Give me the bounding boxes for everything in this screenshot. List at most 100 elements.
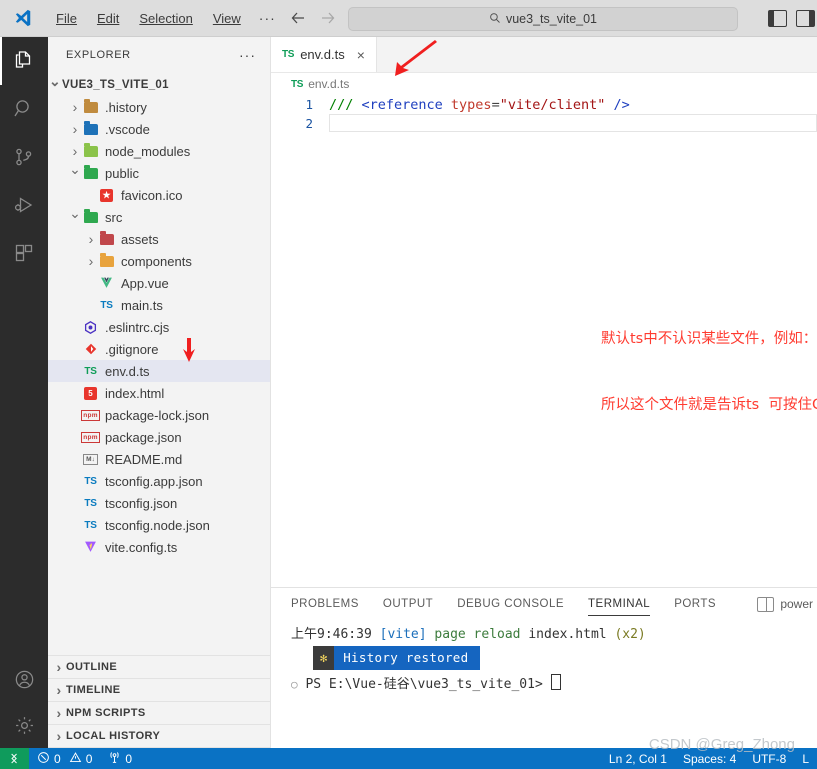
arrow-left-icon[interactable]: [288, 8, 308, 28]
folder-icon: [82, 102, 99, 113]
tree-item-tsconfig-app-json[interactable]: TS tsconfig.app.json: [48, 470, 270, 492]
code-token: />: [605, 97, 629, 113]
tree-item-label: tsconfig.app.json: [105, 474, 203, 489]
toggle-primary-sidebar-icon[interactable]: [768, 10, 787, 27]
ts-icon: TS: [82, 520, 99, 531]
tree-item-src[interactable]: src: [48, 206, 270, 228]
sidebar-item-search[interactable]: [0, 85, 48, 133]
status-ports[interactable]: 0: [100, 748, 140, 769]
section-local-history[interactable]: LOCAL HISTORY: [48, 725, 270, 748]
ts-icon: TS: [82, 476, 99, 487]
tab-ports[interactable]: PORTS: [674, 588, 716, 620]
current-line-highlight: [329, 114, 817, 132]
breadcrumb[interactable]: TS env.d.ts: [271, 73, 817, 95]
git-icon: [82, 343, 99, 355]
tree-item-components[interactable]: components: [48, 250, 270, 272]
terminal-output[interactable]: 上午9:46:39 [vite] page reload index.html …: [271, 620, 817, 748]
tree-item-env-d-ts[interactable]: TSenv.d.ts: [48, 360, 270, 382]
tree-item-favicon-ico[interactable]: ★favicon.ico: [48, 184, 270, 206]
tab-env-d-ts[interactable]: TS env.d.ts ×: [271, 37, 377, 72]
chevron-right-icon: [68, 121, 82, 137]
editor-tabs: TS env.d.ts ×: [271, 37, 817, 73]
tab-debug-console-label: DEBUG CONSOLE: [457, 598, 564, 610]
section-timeline[interactable]: TIMELINE: [48, 679, 270, 702]
terminal-shell-label[interactable]: power: [780, 597, 813, 611]
tree-item-eslintrc-cjs[interactable]: .eslintrc.cjs: [48, 316, 270, 338]
sidebar-item-explorer[interactable]: [0, 37, 48, 85]
status-encoding[interactable]: UTF-8: [744, 748, 794, 769]
menu-selection[interactable]: Selection: [129, 8, 202, 29]
log-file: index.html: [528, 627, 606, 642]
tree-item-index-html[interactable]: 5index.html: [48, 382, 270, 404]
chevron-down-icon: [68, 165, 82, 182]
menu-selection-label: Selection: [139, 11, 192, 26]
status-problems[interactable]: 0 0: [29, 748, 100, 769]
tree-item-label: components: [121, 254, 192, 269]
eslint-icon: [82, 321, 99, 334]
favicon-icon: ★: [98, 189, 115, 202]
tree-item-package-lock-json[interactable]: npmpackage-lock.json: [48, 404, 270, 426]
tree-item-node-modules[interactable]: node_modules: [48, 140, 270, 162]
ts-icon: TS: [82, 498, 99, 509]
vscode-folder-icon: [82, 124, 99, 135]
tree-item-label: .history: [105, 100, 147, 115]
tab-terminal[interactable]: TERMINAL: [588, 588, 650, 620]
annotation-line-2: 所以这个文件就是告诉ts 可按住Ctrl 鼠标过去--->: [601, 394, 817, 416]
close-icon[interactable]: ×: [355, 47, 367, 63]
tree-item-tsconfig-json[interactable]: TStsconfig.json: [48, 492, 270, 514]
tree-root[interactable]: VUE3_TS_VITE_01: [48, 74, 270, 96]
gear-icon[interactable]: [0, 702, 48, 748]
tree-item-assets[interactable]: assets: [48, 228, 270, 250]
status-eol[interactable]: L: [794, 748, 817, 769]
tree-item-package-json[interactable]: npmpackage.json: [48, 426, 270, 448]
terminal-prompt-line[interactable]: ○ PS E:\Vue-硅谷\vue3_ts_vite_01>: [291, 674, 817, 696]
tab-problems[interactable]: PROBLEMS: [291, 588, 359, 620]
tree-item-history[interactable]: .history: [48, 96, 270, 118]
tab-output[interactable]: OUTPUT: [383, 588, 433, 620]
chevron-right-icon: [84, 253, 98, 269]
code-token: ///: [329, 97, 362, 113]
menu-view[interactable]: View: [203, 8, 251, 29]
npm-icon: npm: [82, 410, 99, 421]
section-npm-scripts[interactable]: NPM SCRIPTS: [48, 702, 270, 725]
tree-item-public[interactable]: public: [48, 162, 270, 184]
breadcrumb-label: env.d.ts: [308, 77, 349, 91]
sidebar-item-extensions[interactable]: [0, 229, 48, 277]
tree-item-readme-md[interactable]: M↓README.md: [48, 448, 270, 470]
tab-terminal-label: TERMINAL: [588, 598, 650, 610]
remote-window-icon[interactable]: [0, 748, 29, 769]
tree-item-main-ts[interactable]: TSmain.ts: [48, 294, 270, 316]
tab-debug-console[interactable]: DEBUG CONSOLE: [457, 588, 564, 620]
account-icon[interactable]: [0, 656, 48, 702]
menu-view-label: View: [213, 11, 241, 26]
chevron-right-icon: [68, 143, 82, 159]
line-content: /// <reference types="vite/client" />: [329, 97, 630, 113]
command-center-value: vue3_ts_vite_01: [506, 12, 597, 26]
explorer-actions-button[interactable]: ···: [239, 47, 264, 63]
tree-item-vite-config-ts[interactable]: vite.config.ts: [48, 536, 270, 558]
tree-item-app-vue[interactable]: App.vue: [48, 272, 270, 294]
warning-count: 0: [86, 752, 93, 766]
tab-label: env.d.ts: [300, 47, 345, 62]
menu-more-button[interactable]: ···: [251, 7, 284, 29]
arrow-right-icon[interactable]: [318, 8, 338, 28]
code-token: <reference: [362, 97, 451, 113]
menu-file[interactable]: File: [46, 8, 87, 29]
tree-item-vscode[interactable]: .vscode: [48, 118, 270, 140]
file-tree[interactable]: VUE3_TS_VITE_01 .history .vscodenode_modu…: [48, 72, 270, 655]
section-outline[interactable]: OUTLINE: [48, 656, 270, 679]
menu-edit[interactable]: Edit: [87, 8, 129, 29]
code-editor[interactable]: 1 /// <reference types="vite/client" /> …: [271, 95, 817, 587]
node-folder-icon: [82, 146, 99, 157]
tree-item-gitignore[interactable]: .gitignore: [48, 338, 270, 360]
split-terminal-icon[interactable]: [757, 597, 774, 612]
command-center[interactable]: vue3_ts_vite_01: [348, 7, 738, 31]
tree-item-label: env.d.ts: [105, 364, 150, 379]
status-indentation[interactable]: Spaces: 4: [675, 748, 744, 769]
panel-actions: power: [757, 588, 817, 620]
status-position[interactable]: Ln 2, Col 1: [601, 748, 675, 769]
tree-item-tsconfig-node-json[interactable]: TStsconfig.node.json: [48, 514, 270, 536]
sidebar-item-source-control[interactable]: [0, 133, 48, 181]
sidebar-item-run-and-debug[interactable]: [0, 181, 48, 229]
toggle-secondary-sidebar-icon[interactable]: [796, 10, 815, 27]
